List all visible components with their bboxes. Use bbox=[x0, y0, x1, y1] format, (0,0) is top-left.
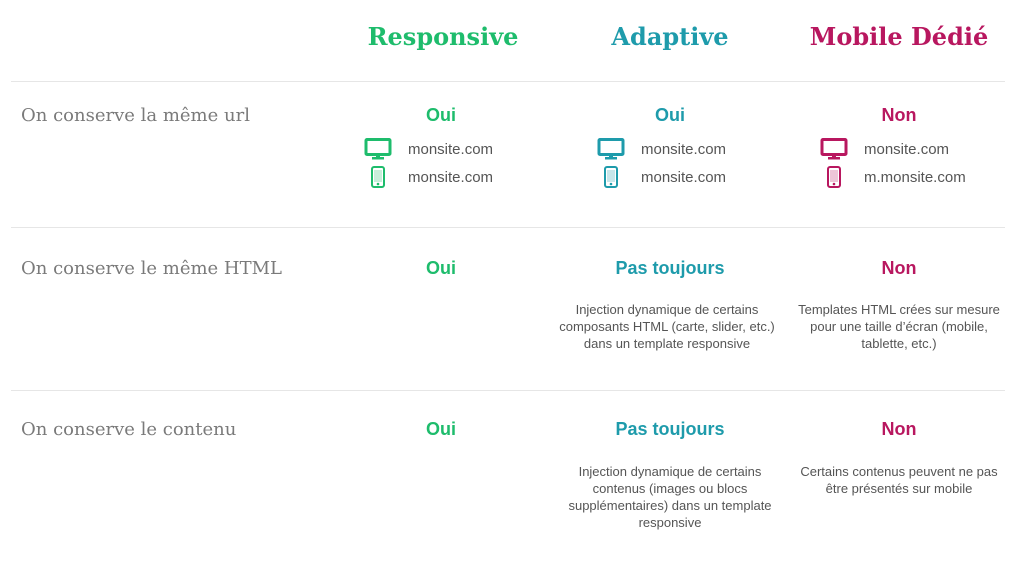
answer-responsive-contenu: Oui bbox=[426, 419, 456, 439]
device-desktop-mobile: monsite.com bbox=[820, 138, 949, 160]
smartphone-icon bbox=[820, 166, 848, 188]
answer-mobile-html: Non bbox=[881, 258, 917, 278]
row-label-html: On conserve le même HTML bbox=[21, 258, 282, 279]
answer-mobile-url: Non bbox=[881, 105, 917, 125]
smartphone-icon bbox=[364, 166, 392, 188]
answer-responsive-html: Oui bbox=[426, 258, 456, 278]
note-mobile-contenu: Certains contenus peuvent ne pas être pr… bbox=[800, 464, 998, 496]
desktop-url: monsite.com bbox=[641, 140, 727, 158]
column-header-mobile-dedie: Mobile Dédié bbox=[809, 22, 989, 51]
column-header-adaptive: Adaptive bbox=[611, 22, 729, 51]
note-mobile-html: Templates HTML crées sur mesure pour une… bbox=[798, 302, 1000, 351]
desktop-url: monsite.com bbox=[864, 140, 950, 158]
answer-responsive-url: Oui bbox=[426, 105, 456, 125]
row-label-contenu: On conserve le contenu bbox=[21, 419, 237, 440]
note-adaptive-html: Injection dynamique de certains composan… bbox=[559, 302, 775, 351]
smartphone-icon bbox=[597, 166, 625, 188]
answer-adaptive-url: Oui bbox=[655, 105, 685, 125]
device-desktop-adaptive: monsite.com bbox=[597, 138, 726, 160]
row-label-url: On conserve la même url bbox=[21, 105, 250, 126]
device-mobile-adaptive: monsite.com bbox=[597, 166, 726, 188]
mobile-url: m.monsite.com bbox=[864, 168, 966, 186]
mobile-url: monsite.com bbox=[408, 168, 494, 186]
divider bbox=[11, 390, 1005, 391]
divider bbox=[11, 227, 1005, 228]
device-mobile-mobile: m.monsite.com bbox=[820, 166, 966, 188]
device-desktop-responsive: monsite.com bbox=[364, 138, 493, 160]
desktop-icon bbox=[597, 138, 625, 160]
column-header-responsive: Responsive bbox=[367, 22, 519, 51]
desktop-icon bbox=[820, 138, 848, 160]
answer-adaptive-contenu: Pas toujours bbox=[615, 419, 725, 439]
answer-mobile-contenu: Non bbox=[881, 419, 917, 439]
note-adaptive-contenu: Injection dynamique de certains contenus… bbox=[568, 464, 772, 530]
answer-adaptive-html: Pas toujours bbox=[615, 258, 725, 278]
device-mobile-responsive: monsite.com bbox=[364, 166, 493, 188]
divider bbox=[11, 81, 1005, 82]
desktop-icon bbox=[364, 138, 392, 160]
desktop-url: monsite.com bbox=[408, 140, 494, 158]
mobile-url: monsite.com bbox=[641, 168, 727, 186]
